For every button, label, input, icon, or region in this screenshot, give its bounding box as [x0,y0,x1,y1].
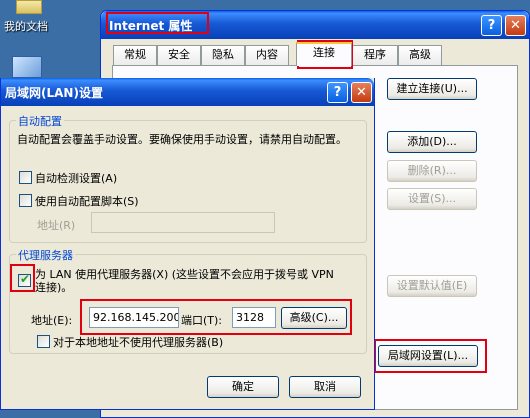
tab-general[interactable]: 常规 [113,45,157,65]
tab-privacy[interactable]: 隐私 [201,45,245,65]
close-icon[interactable]: ✕ [351,82,372,103]
lan-dialog-title: 局域网(LAN)设置 [5,86,103,100]
tab-programs[interactable]: 程序 [352,45,398,65]
lan-settings-button[interactable]: 局域网设置(L)... [378,345,478,367]
auto-config-description: 自动配置会覆盖手动设置。要确保使用手动设置，请禁用自动配置。 [17,133,347,146]
use-proxy-label[interactable]: 为 LAN 使用代理服务器(X) (这些设置不会应用于拨号或 VPN 连接)。 [35,268,335,294]
remove-connection-button[interactable]: 删除(R)... [387,160,477,182]
help-icon[interactable]: ? [327,82,348,103]
proxy-address-field[interactable]: 92.168.145.200 [89,307,179,328]
bypass-local-label[interactable]: 对于本地地址不使用代理服务器(B) [53,334,223,350]
auto-detect-checkbox[interactable] [19,171,32,184]
cancel-button[interactable]: 取消 [289,376,361,398]
bypass-local-checkbox[interactable] [37,335,50,348]
use-proxy-checkbox[interactable] [18,272,31,287]
close-icon[interactable]: ✕ [505,15,526,36]
setup-connection-button[interactable]: 建立连接(U)... [387,78,477,100]
desktop-icon-my-documents[interactable]: 我的文档 [4,0,54,40]
ok-button[interactable]: 确定 [207,376,279,398]
lan-settings-dialog: 局域网(LAN)设置 ? ✕ 自动配置 自动配置会覆盖手动设置。要确保使用手动设… [0,78,375,410]
auto-script-label[interactable]: 使用自动配置脚本(S) [35,193,139,209]
tab-connections[interactable]: 连接 [296,42,352,66]
lan-dialog-titlebar[interactable]: 局域网(LAN)设置 ? ✕ [1,78,374,106]
auto-detect-label[interactable]: 自动检测设置(A) [35,170,117,186]
add-connection-button[interactable]: 添加(D)... [387,131,477,153]
tab-security[interactable]: 安全 [157,45,201,65]
tab-content[interactable]: 内容 [245,45,289,65]
proxy-address-label: 地址(E): [31,314,73,327]
connection-settings-button[interactable]: 设置(S)... [387,188,477,210]
internet-options-titlebar[interactable]: Internet 属性 ? ✕ [101,11,529,39]
set-default-button[interactable]: 设置默认值(E) [387,275,477,297]
desktop-icon-label: 我的文档 [4,20,48,33]
script-address-field[interactable] [91,212,275,233]
script-address-label: 地址(R) [37,219,76,232]
auto-script-checkbox[interactable] [19,194,32,207]
folder-icon [16,0,42,14]
proxy-server-group-title: 代理服务器 [16,247,75,263]
internet-options-title: Internet 属性 [109,19,193,33]
tab-advanced[interactable]: 高级 [398,45,442,65]
computer-icon[interactable] [12,56,42,78]
help-icon[interactable]: ? [481,15,502,36]
proxy-port-label: 端口(T): [181,314,223,327]
proxy-port-field[interactable]: 3128 [232,307,276,328]
auto-config-group-title: 自动配置 [16,113,64,129]
proxy-advanced-button[interactable]: 高级(C)... [281,307,347,329]
